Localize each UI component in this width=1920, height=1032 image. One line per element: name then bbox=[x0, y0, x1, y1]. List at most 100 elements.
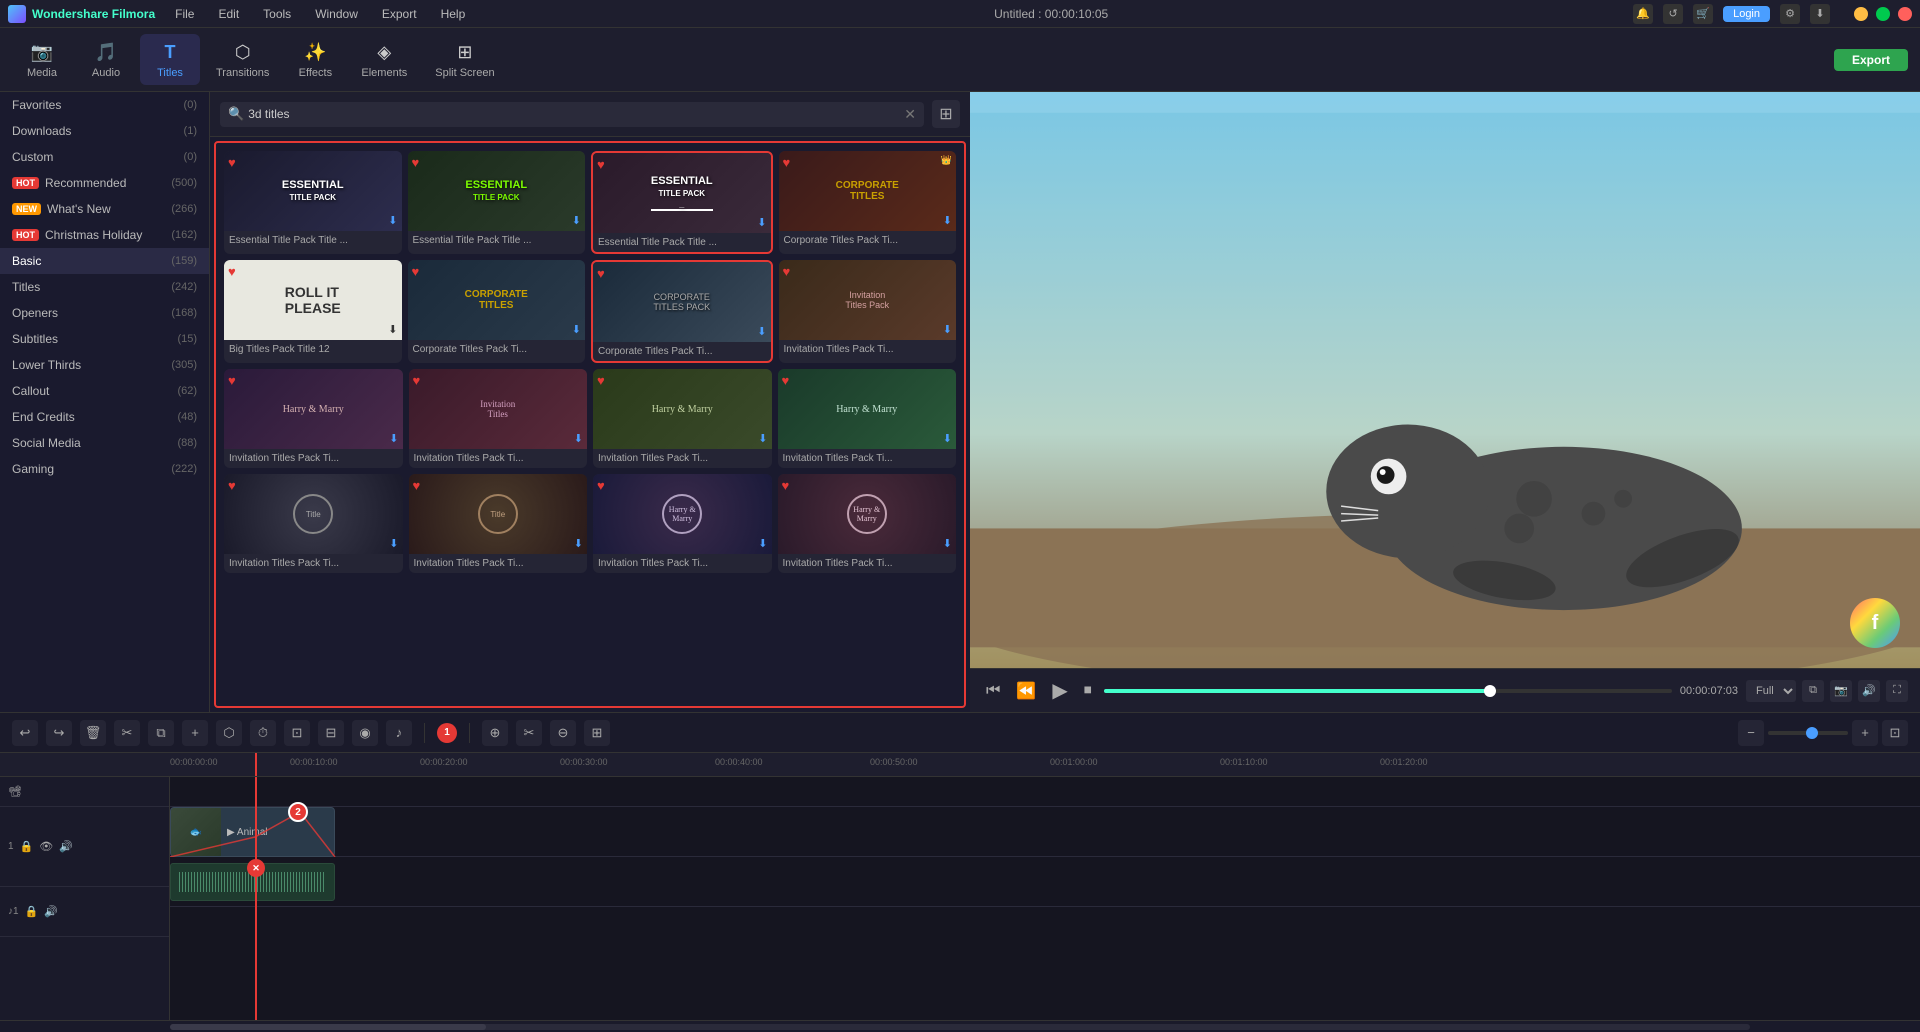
step-back-button[interactable]: ⏪ bbox=[1012, 677, 1040, 705]
progress-bar[interactable] bbox=[1104, 689, 1672, 693]
sidebar-item-basic[interactable]: Basic (159) bbox=[0, 248, 209, 274]
sidebar-item-subtitles[interactable]: Subtitles (15) bbox=[0, 326, 209, 352]
update-icon[interactable]: ↺ bbox=[1663, 4, 1683, 24]
tool-media[interactable]: 📷 Media bbox=[12, 34, 72, 85]
tool-split-screen[interactable]: ⊞ Split Screen bbox=[423, 34, 506, 85]
undo-button[interactable]: ↩ bbox=[12, 720, 38, 746]
openers-label: Openers bbox=[12, 306, 58, 320]
delete-button[interactable]: 🗑 bbox=[80, 720, 106, 746]
zoom-bar[interactable] bbox=[1768, 731, 1848, 735]
sidebar-item-callout[interactable]: Callout (62) bbox=[0, 378, 209, 404]
list-item[interactable]: ♥ CORPORATETITLES 👑 ⬇ Corporate Titles P… bbox=[779, 151, 957, 254]
cart-icon[interactable]: 🛒 bbox=[1693, 4, 1713, 24]
tool-elements-label: Elements bbox=[361, 67, 407, 79]
login-button[interactable]: Login bbox=[1723, 6, 1770, 22]
list-item[interactable]: ♥ Harry & Marry ⬇ Invitation Titles Pack… bbox=[593, 369, 772, 468]
sidebar-item-end-credits[interactable]: End Credits (48) bbox=[0, 404, 209, 430]
stop-button[interactable]: ⏹ bbox=[1080, 678, 1096, 704]
menu-export[interactable]: Export bbox=[378, 5, 421, 23]
grid-view-button[interactable]: ⊞ bbox=[932, 100, 960, 128]
cut2-button[interactable]: ✂ bbox=[516, 720, 542, 746]
snap-button[interactable]: ⊕ bbox=[482, 720, 508, 746]
quality-select[interactable]: Full 1/2 1/4 bbox=[1746, 680, 1796, 702]
list-item[interactable]: ♥ ESSENTIALTITLE PACK_ ⬇ Essential Title… bbox=[591, 151, 773, 254]
menu-tools[interactable]: Tools bbox=[259, 5, 295, 23]
copy-button[interactable]: ⧉ bbox=[148, 720, 174, 746]
search-input[interactable] bbox=[248, 107, 900, 121]
download-overlay-icon: ⬇ bbox=[388, 323, 397, 336]
list-item[interactable]: ♥ CORPORATETITLES ⬇ Corporate Titles Pac… bbox=[408, 260, 586, 363]
sidebar-item-downloads[interactable]: Downloads (1) bbox=[0, 118, 209, 144]
fullscreen-icon[interactable]: ⛶ bbox=[1886, 680, 1908, 702]
sidebar-item-social-media[interactable]: Social Media (88) bbox=[0, 430, 209, 456]
list-item[interactable]: ♥ ESSENTIALTITLE PACK ⬇ Essential Title … bbox=[224, 151, 402, 254]
list-item[interactable]: ♥ Title ⬇ Invitation Titles Pack Ti... bbox=[224, 474, 403, 573]
sidebar-item-gaming[interactable]: Gaming (222) bbox=[0, 456, 209, 482]
export-button[interactable]: Export bbox=[1834, 49, 1908, 71]
list-item[interactable]: ♥ ROLL ITPLEASE ⬇ Big Titles Pack Title … bbox=[224, 260, 402, 363]
sidebar-item-lower-thirds[interactable]: Lower Thirds (305) bbox=[0, 352, 209, 378]
tool-audio[interactable]: 🎵 Audio bbox=[76, 34, 136, 85]
audio-adj-button[interactable]: ♪ bbox=[386, 720, 412, 746]
notification-icon[interactable]: 🔔 bbox=[1633, 4, 1653, 24]
color-button[interactable]: ◉ bbox=[352, 720, 378, 746]
video-clip[interactable]: 🐟 ▶ Animal bbox=[170, 807, 335, 857]
tool-audio-label: Audio bbox=[92, 67, 120, 79]
menu-help[interactable]: Help bbox=[437, 5, 470, 23]
crop-button[interactable]: ⊡ bbox=[284, 720, 310, 746]
sidebar-item-favorites[interactable]: Favorites (0) bbox=[0, 92, 209, 118]
tool-media-label: Media bbox=[27, 67, 57, 79]
download-icon[interactable]: ⬇ bbox=[1810, 4, 1830, 24]
list-item[interactable]: ♥ Harry & Marry ⬇ Invitation Titles Pack… bbox=[778, 474, 957, 573]
menu-file[interactable]: File bbox=[171, 5, 198, 23]
sidebar-item-openers[interactable]: Openers (168) bbox=[0, 300, 209, 326]
tool-titles[interactable]: T Titles bbox=[140, 34, 200, 85]
zoom-in-button[interactable]: + bbox=[1852, 720, 1878, 746]
list-item[interactable]: ♥ Harry & Marry ⬇ Invitation Titles Pack… bbox=[593, 474, 772, 573]
speed-button[interactable]: ⏱ bbox=[250, 720, 276, 746]
sidebar-item-custom[interactable]: Custom (0) bbox=[0, 144, 209, 170]
scroll-track[interactable] bbox=[170, 1024, 1750, 1030]
thumb-text: InvitationTitles bbox=[480, 399, 515, 419]
tool-transitions[interactable]: ⬡ Transitions bbox=[204, 34, 281, 85]
ruler-mark-3: 00:00:30:00 bbox=[560, 757, 608, 767]
redo-button[interactable]: ↪ bbox=[46, 720, 72, 746]
split-button[interactable]: ⊟ bbox=[318, 720, 344, 746]
sidebar-item-christmas[interactable]: HOT Christmas Holiday (162) bbox=[0, 222, 209, 248]
track-eye-icon: 👁 bbox=[39, 840, 53, 853]
heart-icon: ♥ bbox=[597, 266, 605, 281]
list-item[interactable]: ♥ InvitationTitles ⬇ Invitation Titles P… bbox=[409, 369, 588, 468]
pip-icon[interactable]: ⧉ bbox=[1802, 680, 1824, 702]
upper-track-space bbox=[170, 777, 1920, 807]
tool-elements[interactable]: ◈ Elements bbox=[349, 34, 419, 85]
list-item[interactable]: ♥ Harry & Marry ⬇ Invitation Titles Pack… bbox=[778, 369, 957, 468]
search-clear-button[interactable]: ✕ bbox=[904, 106, 916, 123]
volume-icon[interactable]: 🔊 bbox=[1858, 680, 1880, 702]
transition-button[interactable]: ⬡ bbox=[216, 720, 242, 746]
add-media-button[interactable]: + bbox=[182, 720, 208, 746]
list-item[interactable]: ♥ InvitationTitles Pack ⬇ Invitation Tit… bbox=[779, 260, 957, 363]
list-item[interactable]: ♥ Title ⬇ Invitation Titles Pack Ti... bbox=[409, 474, 588, 573]
list-item[interactable]: ♥ CORPORATETITLES PACK ⬇ Corporate Title… bbox=[591, 260, 773, 363]
maximize-button[interactable] bbox=[1876, 7, 1890, 21]
zoom-out-button[interactable]: − bbox=[1738, 720, 1764, 746]
menu-window[interactable]: Window bbox=[311, 5, 362, 23]
list-item[interactable]: ♥ Harry & Marry ⬇ Invitation Titles Pack… bbox=[224, 369, 403, 468]
callout-text: Callout bbox=[12, 384, 49, 398]
menu-edit[interactable]: Edit bbox=[214, 5, 243, 23]
expand-button[interactable]: ⊞ bbox=[584, 720, 610, 746]
rewind-button[interactable]: ⏮ bbox=[982, 678, 1004, 704]
fit-button[interactable]: ⊡ bbox=[1882, 720, 1908, 746]
cut-button[interactable]: ✂ bbox=[114, 720, 140, 746]
sidebar-item-titles[interactable]: Titles (242) bbox=[0, 274, 209, 300]
stabilize-button[interactable]: ⊖ bbox=[550, 720, 576, 746]
sidebar-item-recommended[interactable]: HOT Recommended (500) bbox=[0, 170, 209, 196]
sidebar-item-whats-new[interactable]: NEW What's New (266) bbox=[0, 196, 209, 222]
list-item[interactable]: ♥ ESSENTIALTITLE PACK ⬇ Essential Title … bbox=[408, 151, 586, 254]
play-button[interactable]: ▶ bbox=[1048, 674, 1071, 707]
settings-icon[interactable]: ⚙ bbox=[1780, 4, 1800, 24]
tool-effects[interactable]: ✨ Effects bbox=[285, 34, 345, 85]
screenshot-icon[interactable]: 📷 bbox=[1830, 680, 1852, 702]
close-button[interactable] bbox=[1898, 7, 1912, 21]
minimize-button[interactable] bbox=[1854, 7, 1868, 21]
